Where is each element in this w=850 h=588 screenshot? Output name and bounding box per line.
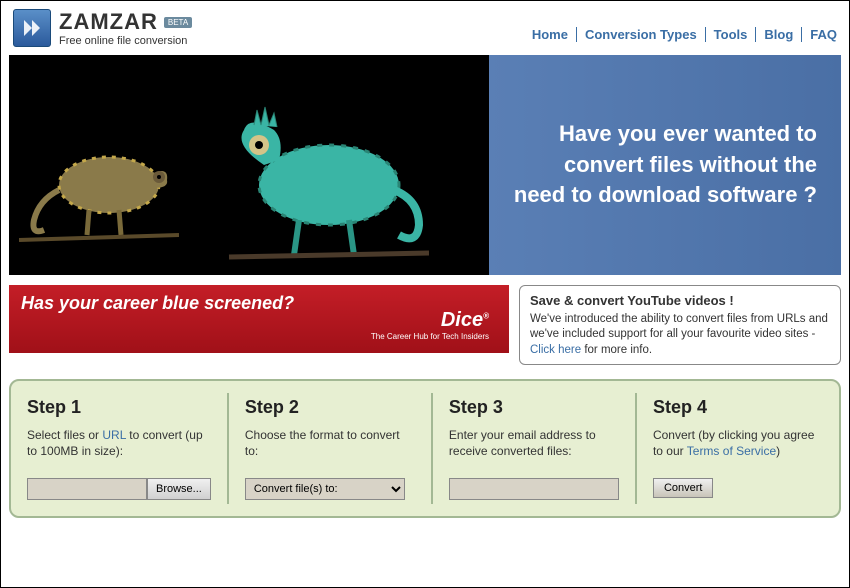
convert-button[interactable]: Convert bbox=[653, 478, 714, 498]
nav-tools[interactable]: Tools bbox=[706, 27, 757, 42]
step-1-title: Step 1 bbox=[27, 397, 211, 418]
youtube-title: Save & convert YouTube videos ! bbox=[530, 292, 830, 310]
hero-right-panel: Have you ever wanted to convert files wi… bbox=[489, 55, 841, 275]
logo-icon bbox=[13, 9, 51, 47]
dice-tagline: The Career Hub for Tech Insiders bbox=[371, 332, 489, 341]
brand-subtitle: Free online file conversion bbox=[59, 35, 192, 47]
step-3-desc: Enter your email address to receive conv… bbox=[449, 428, 619, 460]
browse-button[interactable]: Browse... bbox=[147, 478, 211, 500]
youtube-link[interactable]: Click here bbox=[530, 344, 581, 356]
hero-image bbox=[9, 55, 489, 275]
step-3: Step 3 Enter your email address to recei… bbox=[433, 393, 637, 504]
hero-banner: Have you ever wanted to convert files wi… bbox=[9, 55, 841, 275]
steps-container: Step 1 Select files or URL to convert (u… bbox=[9, 379, 841, 518]
beta-badge: BETA bbox=[164, 17, 192, 28]
chameleon-right-icon bbox=[209, 85, 429, 265]
header: ZAMZAR BETA Free online file conversion … bbox=[1, 1, 849, 51]
email-input[interactable] bbox=[449, 478, 619, 500]
hero-text: Have you ever wanted to convert files wi… bbox=[513, 119, 817, 211]
step-1: Step 1 Select files or URL to convert (u… bbox=[11, 393, 229, 504]
step-2-title: Step 2 bbox=[245, 397, 415, 418]
terms-link[interactable]: Terms of Service bbox=[687, 444, 776, 458]
step-3-title: Step 3 bbox=[449, 397, 619, 418]
dice-banner[interactable]: Has your career blue screened? Dice® The… bbox=[9, 285, 509, 353]
step-2-desc: Choose the format to convert to: bbox=[245, 428, 415, 460]
step-4: Step 4 Convert (by clicking you agree to… bbox=[637, 393, 839, 504]
nav-home[interactable]: Home bbox=[524, 27, 577, 42]
nav-blog[interactable]: Blog bbox=[756, 27, 802, 42]
step-1-desc: Select files or URL to convert (up to 10… bbox=[27, 428, 211, 460]
file-input[interactable] bbox=[27, 478, 147, 500]
step-4-desc: Convert (by clicking you agree to our Te… bbox=[653, 428, 823, 460]
step-4-title: Step 4 bbox=[653, 397, 823, 418]
format-select[interactable]: Convert file(s) to: bbox=[245, 478, 405, 500]
dice-logo: Dice® bbox=[371, 309, 489, 332]
youtube-body: We've introduced the ability to convert … bbox=[530, 313, 828, 356]
logo-area: ZAMZAR BETA Free online file conversion bbox=[13, 9, 192, 47]
chameleon-left-icon bbox=[19, 135, 179, 255]
step-2: Step 2 Choose the format to convert to: … bbox=[229, 393, 433, 504]
step-1-url-link[interactable]: URL bbox=[102, 428, 126, 442]
youtube-info-box: Save & convert YouTube videos ! We've in… bbox=[519, 285, 841, 365]
nav-conversion-types[interactable]: Conversion Types bbox=[577, 27, 706, 42]
nav: Home Conversion Types Tools Blog FAQ bbox=[524, 27, 837, 42]
nav-faq[interactable]: FAQ bbox=[802, 27, 837, 42]
brand-title: ZAMZAR bbox=[59, 9, 158, 35]
